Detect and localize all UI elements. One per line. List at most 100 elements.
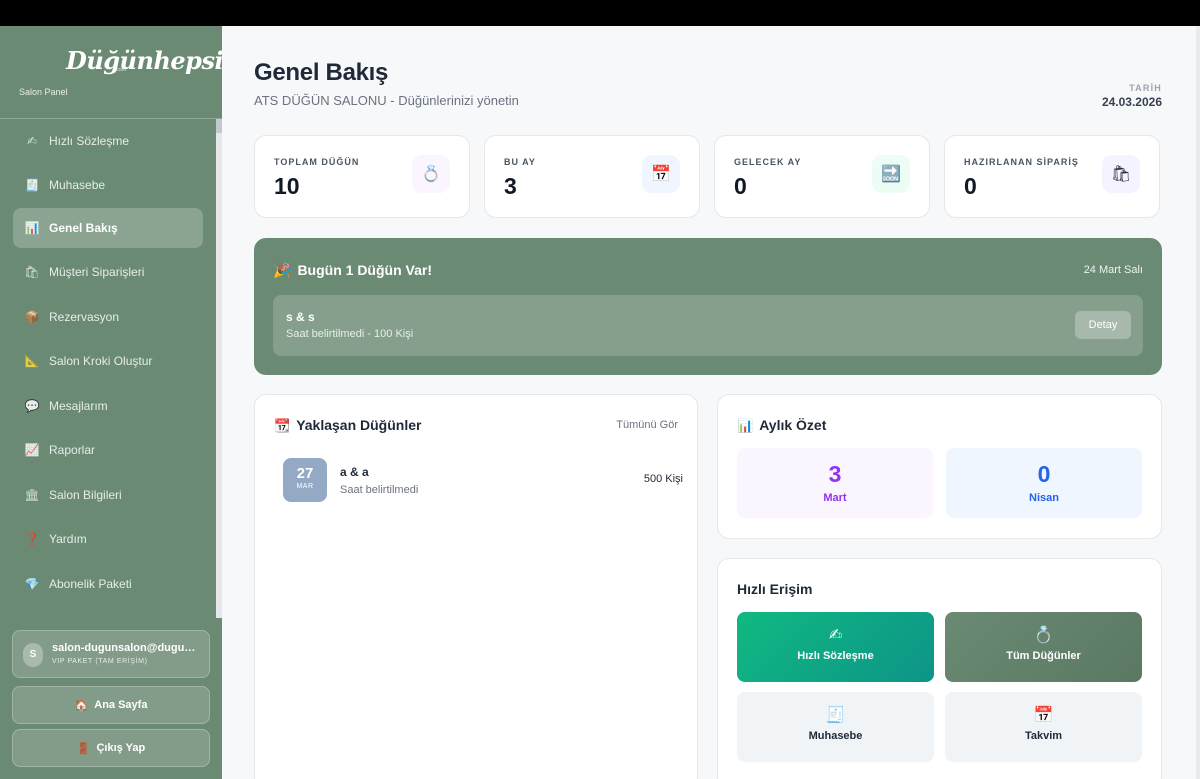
date-badge: 27 MAR (283, 458, 327, 502)
summary-value: 0 (1037, 461, 1051, 487)
sidebar-item-label: Salon Kroki Oluştur (49, 354, 153, 368)
sidebar-item-salon-bilgileri[interactable]: 🏛 Salon Bilgileri (13, 475, 203, 515)
all-weddings-button[interactable]: 💍 Tüm Düğünler (945, 612, 1142, 682)
stat-card-next-month: GELECEK AY 0 🔜 (714, 135, 930, 218)
sidebar-item-salon-kroki[interactable]: 📐 Salon Kroki Oluştur (13, 341, 203, 381)
logout-button[interactable]: 🚪 Çıkış Yap (12, 729, 210, 767)
date-value: 24.03.2026 (1101, 95, 1162, 109)
quick-button-label: Tüm Düğünler (1006, 650, 1081, 662)
page-scrollbar[interactable] (1196, 26, 1200, 779)
quick-button-label: Muhasebe (808, 730, 863, 742)
today-title: 🎉 Bugün 1 Düğün Var! (273, 262, 432, 279)
calendar-icon: 📅 (1033, 707, 1054, 724)
see-all-link[interactable]: Tümünü Gör (616, 419, 678, 431)
bar-chart-icon: 📊 (24, 221, 40, 235)
detail-button[interactable]: Detay (1075, 311, 1131, 339)
sidebar-nav: ✍ Hızlı Sözleşme 🧾 Muhasebe 📊 Genel Bakı… (0, 121, 222, 618)
sidebar: Düğünhepsi .com Salon Panel ✍ Hızlı Sözl… (0, 26, 224, 779)
sidebar-item-yardim[interactable]: ❓ Yardım (13, 519, 203, 559)
home-button-label: Ana Sayfa (94, 699, 148, 711)
calendar-button[interactable]: 📅 Takvim (945, 692, 1142, 762)
today-title-text: Bugün 1 Düğün Var! (297, 262, 432, 278)
guest-count: 500 Kişi (643, 473, 683, 485)
ring-icon: 💍 (412, 155, 450, 193)
question-icon: ❓ (24, 532, 40, 546)
wedding-time: Saat belirtilmedi (340, 484, 419, 496)
sidebar-item-abonelik[interactable]: 💎 Abonelik Paketi (13, 564, 203, 604)
stat-value: 0 (964, 173, 977, 199)
today-weddings-banner: 🎉 Bugün 1 Düğün Var! 24 Mart Salı s & s S… (254, 238, 1162, 375)
stat-card-total: TOPLAM DÜĞÜN 10 💍 (254, 135, 470, 218)
browser-top-bar (0, 0, 1200, 26)
logo-sub: .com (115, 67, 126, 73)
date-label: TARİH (1129, 83, 1162, 93)
sidebar-item-label: Müşteri Siparişleri (49, 265, 145, 279)
writing-hand-icon: ✍ (26, 134, 38, 148)
panel-label: Salon Panel (19, 87, 68, 97)
stat-value: 10 (274, 173, 300, 199)
accounting-button[interactable]: 🧾 Muhasebe (737, 692, 934, 762)
stat-card-this-month: BU AY 3 📅 (484, 135, 700, 218)
sidebar-item-label: Salon Bilgileri (49, 488, 122, 502)
sidebar-item-mesajlarim[interactable]: 💬 Mesajlarım (13, 386, 203, 426)
sidebar-item-rezervasyon[interactable]: 📦 Rezervasyon (13, 297, 203, 337)
quick-button-label: Takvim (1024, 730, 1063, 742)
home-button[interactable]: 🏠 Ana Sayfa (12, 686, 210, 724)
sidebar-item-genel-bakis[interactable]: 📊 Genel Bakış (13, 208, 203, 248)
today-wedding-row: s & s Saat belirtilmedi - 100 Kişi Detay (273, 295, 1143, 356)
receipt-icon: 🧾 (24, 178, 40, 192)
wedding-name: a & a (340, 465, 369, 479)
monthly-title: 📊 Aylık Özet (737, 417, 826, 434)
quick-button-label: Hızlı Sözleşme (797, 650, 874, 662)
sidebar-item-label: Rezervasyon (49, 310, 120, 324)
stat-label: GELECEK AY (734, 157, 802, 167)
quick-contract-button[interactable]: ✍ Hızlı Sözleşme (737, 612, 934, 682)
quick-access-card: Hızlı Erişim ✍ Hızlı Sözleşme 💍 Tüm Düğü… (717, 558, 1162, 779)
soon-arrow-icon: 🔜 (872, 155, 910, 193)
today-date: 24 Mart Salı (1083, 264, 1143, 276)
monthly-summary-card: 📊 Aylık Özet 3 Mart 0 Nisan (717, 394, 1162, 539)
sidebar-item-label: Yardım (49, 532, 87, 546)
triangle-ruler-icon: 📐 (24, 354, 40, 368)
door-icon: 🚪 (76, 742, 91, 755)
gem-icon: 💎 (24, 577, 40, 591)
user-card[interactable]: S salon-dugunsalon@dugunhepsi.com VIP PA… (12, 630, 210, 678)
bar-chart-icon: 📊 (737, 418, 754, 433)
page-title: Genel Bakış (254, 59, 389, 86)
sidebar-item-hizli-sozlesme[interactable]: ✍ Hızlı Sözleşme (13, 121, 203, 161)
upcoming-title-text: Yaklaşan Düğünler (296, 417, 422, 433)
list-item[interactable]: 27 MAR a & a Saat belirtilmedi 500 Kişi (283, 458, 683, 502)
calendar-icon: 📆 (274, 418, 291, 433)
avatar: S (23, 643, 43, 667)
user-plan: VIP PAKET (TAM ERİŞİM) (52, 658, 148, 665)
sidebar-item-label: Hızlı Sözleşme (49, 134, 130, 148)
logo[interactable]: Düğünhepsi (66, 46, 224, 75)
wedding-info: Saat belirtilmedi - 100 Kişi (286, 328, 414, 340)
brand-area: Düğünhepsi .com Salon Panel (0, 26, 224, 119)
sidebar-item-musteri-siparisleri[interactable]: 🛍 Müşteri Siparişleri (13, 252, 203, 292)
upcoming-weddings-card: 📆 Yaklaşan Düğünler Tümünü Gör 27 MAR a &… (254, 394, 698, 779)
date-badge-month: MAR (296, 483, 314, 490)
stat-label: TOPLAM DÜĞÜN (274, 157, 360, 167)
sidebar-item-label: Raporlar (49, 443, 96, 457)
main-content: Genel Bakış ATS DÜĞÜN SALONU - Düğünleri… (222, 26, 1196, 779)
shopping-bags-icon: 🛍 (1102, 155, 1140, 193)
summary-label: Nisan (1029, 492, 1059, 504)
stat-value: 0 (734, 173, 747, 199)
box-icon: 📦 (24, 310, 40, 324)
ring-icon: 💍 (1033, 627, 1054, 644)
sidebar-item-raporlar[interactable]: 📈 Raporlar (13, 430, 203, 470)
stat-value: 3 (504, 173, 517, 199)
speech-bubble-icon: 💬 (24, 399, 40, 413)
upcoming-title: 📆 Yaklaşan Düğünler (274, 417, 421, 434)
house-icon: 🏠 (74, 699, 89, 712)
sidebar-item-muhasebe[interactable]: 🧾 Muhasebe (13, 165, 203, 205)
stat-label: HAZIRLANAN SİPARİŞ (964, 157, 1079, 167)
sidebar-item-label: Abonelik Paketi (49, 577, 132, 591)
user-email: salon-dugunsalon@dugunhepsi.com (52, 642, 202, 654)
writing-hand-icon: ✍ (828, 627, 843, 644)
page-subtitle: ATS DÜĞÜN SALONU - Düğünlerinizi yönetin (254, 93, 519, 108)
logout-button-label: Çıkış Yap (96, 742, 146, 754)
shopping-bags-icon: 🛍 (24, 265, 40, 279)
summary-box-nisan: 0 Nisan (946, 448, 1142, 518)
